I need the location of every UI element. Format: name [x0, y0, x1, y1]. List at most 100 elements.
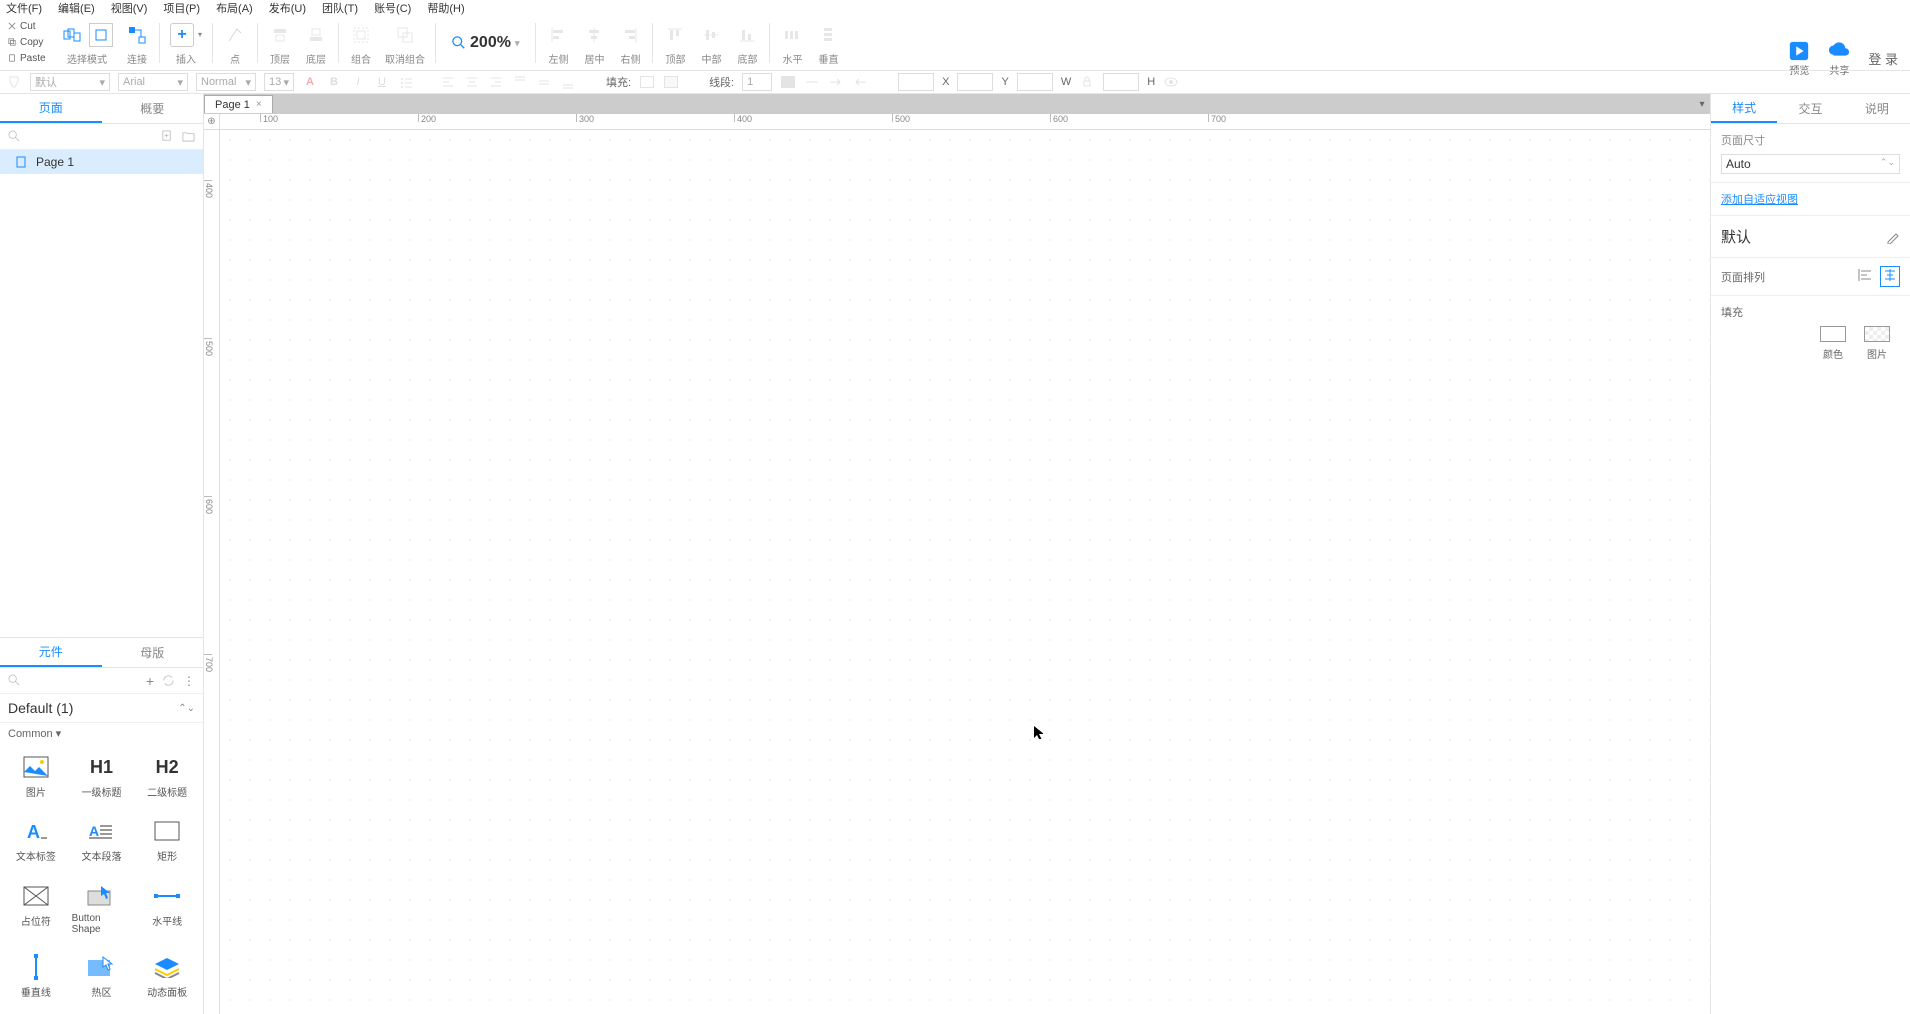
widget-button-shape[interactable]: Button Shape	[70, 877, 134, 946]
paste-button[interactable]: Paste	[8, 50, 46, 66]
style-default-header[interactable]: 默认	[1711, 216, 1910, 258]
menu-file[interactable]: 文件(F)	[6, 0, 42, 16]
ruler-origin[interactable]: ⊕	[204, 114, 220, 130]
search-icon[interactable]	[8, 674, 21, 687]
x-input[interactable]	[898, 73, 934, 91]
text-align-right-icon[interactable]	[488, 74, 504, 90]
menu-account[interactable]: 账号(C)	[374, 0, 411, 16]
text-align-center-icon[interactable]	[464, 74, 480, 90]
widget-category[interactable]: Common ▾	[0, 723, 203, 744]
copy-button[interactable]: Copy	[8, 34, 46, 50]
page-align-left-icon[interactable]	[1858, 268, 1874, 285]
login-button[interactable]: 登 录	[1868, 49, 1898, 68]
widget-text-label[interactable]: A文本标签	[4, 812, 68, 874]
more-icon[interactable]: ⋮	[183, 674, 195, 688]
ungroup-tool[interactable]: 取消组合	[385, 21, 425, 66]
tab-widgets[interactable]: 元件	[0, 638, 102, 667]
lock-aspect-icon[interactable]	[1079, 74, 1095, 90]
underline-icon[interactable]: U	[374, 74, 390, 90]
point-tool[interactable]: 点	[223, 21, 247, 66]
italic-icon[interactable]: I	[350, 74, 366, 90]
fill-image-option[interactable]: 图片	[1864, 326, 1890, 361]
group-tool[interactable]: 组合	[349, 21, 373, 66]
w-input[interactable]	[1017, 73, 1053, 91]
text-align-left-icon[interactable]	[440, 74, 456, 90]
arrow-end-icon[interactable]	[852, 74, 868, 90]
font-size-select[interactable]: 13▾	[264, 73, 294, 91]
close-icon[interactable]: ×	[256, 99, 262, 110]
text-valign-top-icon[interactable]	[512, 74, 528, 90]
font-color-icon[interactable]: A	[302, 74, 318, 90]
zoom-control[interactable]: 200% ▾	[452, 34, 519, 52]
tab-interactions[interactable]: 交互	[1777, 100, 1843, 117]
tab-style[interactable]: 样式	[1711, 94, 1777, 123]
vertical-ruler[interactable]: 400500600700	[204, 130, 220, 1014]
add-page-icon[interactable]	[161, 130, 174, 143]
menu-publish[interactable]: 发布(U)	[269, 0, 306, 16]
page-align-center-icon[interactable]	[1880, 266, 1900, 287]
page-tab-menu[interactable]: ▾	[1694, 99, 1710, 110]
font-select[interactable]: Arial▾	[118, 73, 188, 91]
search-icon[interactable]	[8, 130, 21, 143]
arrow-start-icon[interactable]	[828, 74, 844, 90]
align-top-tool[interactable]: 顶部	[663, 21, 687, 66]
edit-icon[interactable]	[1886, 230, 1900, 244]
canvas-grid[interactable]	[220, 130, 1710, 1014]
align-right-tool[interactable]: 右侧	[618, 21, 642, 66]
visibility-icon[interactable]	[1163, 74, 1179, 90]
fill-color-option[interactable]: 颜色	[1820, 326, 1846, 361]
widget-image[interactable]: 图片	[4, 748, 68, 810]
menu-layout[interactable]: 布局(A)	[216, 0, 253, 16]
tab-notes[interactable]: 说明	[1844, 100, 1910, 117]
menu-view[interactable]: 视图(V)	[111, 0, 148, 16]
align-left-tool[interactable]: 左侧	[546, 21, 570, 66]
menu-team[interactable]: 团队(T)	[322, 0, 358, 16]
select-mode-group[interactable]: 选择模式	[61, 21, 113, 66]
style-preset-select[interactable]: 默认▾	[30, 73, 110, 91]
widget-vline[interactable]: 垂直线	[4, 948, 68, 1010]
h-input[interactable]	[1103, 73, 1139, 91]
refresh-icon[interactable]	[162, 674, 175, 687]
bold-icon[interactable]: B	[326, 74, 342, 90]
align-center-tool[interactable]: 居中	[582, 21, 606, 66]
add-adaptive-link[interactable]: 添加自适应视图	[1721, 194, 1798, 206]
widget-h1[interactable]: H1一级标题	[70, 748, 134, 810]
library-select[interactable]: Default (1)⌃⌄	[0, 694, 203, 723]
page-tree-item[interactable]: Page 1	[0, 150, 203, 174]
connect-tool[interactable]: 连接	[125, 21, 149, 66]
y-input[interactable]	[957, 73, 993, 91]
tab-pages[interactable]: 页面	[0, 94, 102, 123]
menu-edit[interactable]: 编辑(E)	[58, 0, 95, 16]
menu-project[interactable]: 项目(P)	[163, 0, 200, 16]
font-weight-select[interactable]: Normal▾	[196, 73, 256, 91]
align-bottom-tool[interactable]: 底部	[735, 21, 759, 66]
horizontal-ruler[interactable]: 100200300400500600700	[220, 114, 1710, 130]
widget-dynamic-panel[interactable]: 动态面板	[135, 948, 199, 1010]
bullet-list-icon[interactable]	[398, 74, 414, 90]
text-valign-middle-icon[interactable]	[536, 74, 552, 90]
cut-button[interactable]: Cut	[8, 18, 46, 34]
line-width-input[interactable]: 1	[742, 73, 772, 91]
line-style-icon[interactable]	[804, 74, 820, 90]
z-bottom-tool[interactable]: 底层	[304, 21, 328, 66]
fill-color-swatch[interactable]	[639, 74, 655, 90]
page-size-select[interactable]: Auto⌃⌄	[1721, 154, 1900, 174]
select-intersect-icon[interactable]	[61, 23, 85, 47]
text-valign-bottom-icon[interactable]	[560, 74, 576, 90]
dist-v-tool[interactable]: 垂直	[816, 21, 840, 66]
align-middle-tool[interactable]: 中部	[699, 21, 723, 66]
insert-tool[interactable]: +▾ 插入	[170, 21, 202, 66]
add-library-icon[interactable]: +	[146, 673, 154, 689]
page-tab[interactable]: Page 1 ×	[204, 95, 273, 113]
menu-help[interactable]: 帮助(H)	[427, 0, 464, 16]
style-painter-icon[interactable]	[6, 74, 22, 90]
add-folder-icon[interactable]	[182, 130, 195, 143]
tab-masters[interactable]: 母版	[102, 638, 204, 667]
tab-outline[interactable]: 概要	[102, 94, 204, 123]
border-color-swatch[interactable]	[663, 74, 679, 90]
dist-h-tool[interactable]: 水平	[780, 21, 804, 66]
widget-hline[interactable]: 水平线	[135, 877, 199, 946]
line-color-swatch[interactable]	[780, 74, 796, 90]
select-contain-icon[interactable]	[89, 23, 113, 47]
widget-h2[interactable]: H2二级标题	[135, 748, 199, 810]
